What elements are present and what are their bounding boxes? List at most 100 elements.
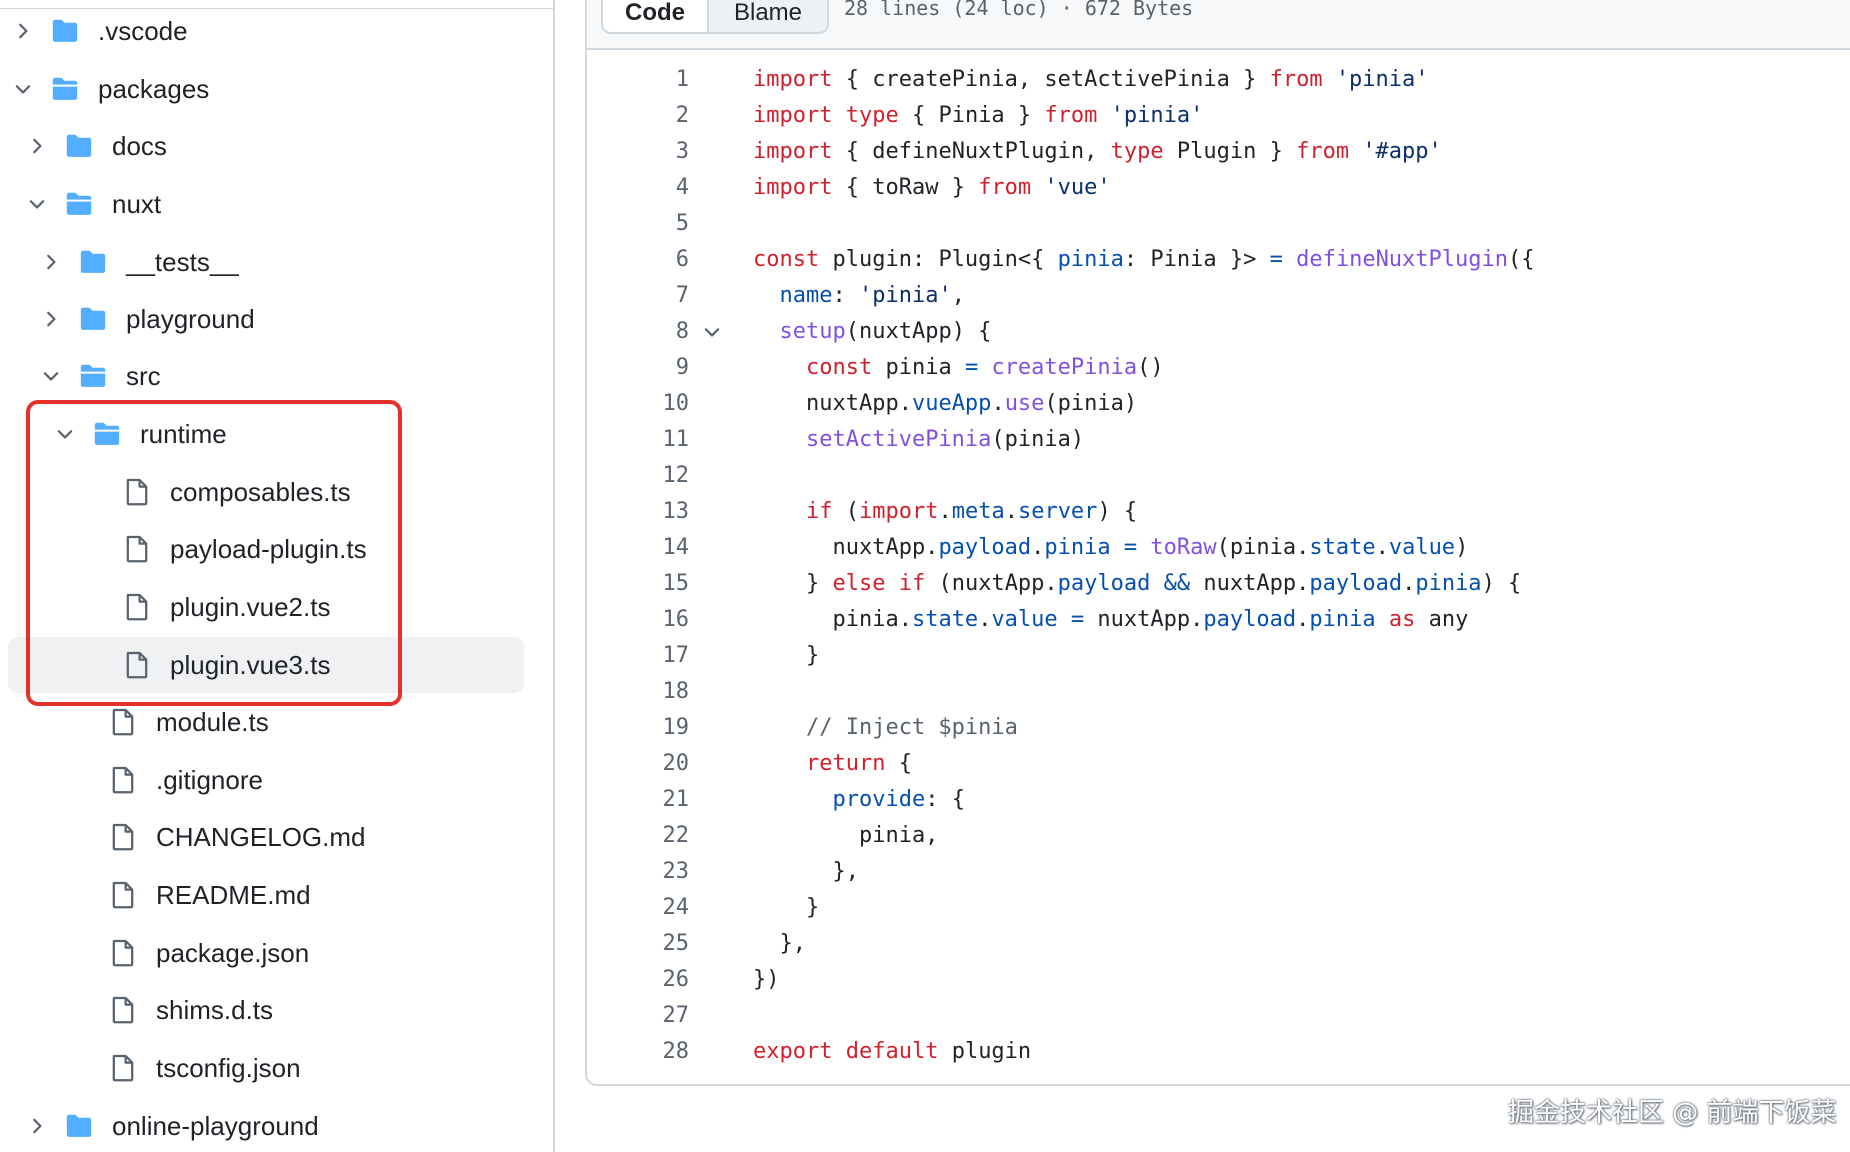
tree-item[interactable]: composables.ts xyxy=(8,464,524,520)
code-token: 'pinia' xyxy=(1110,103,1204,128)
chevron-right-icon[interactable] xyxy=(12,20,34,42)
code-token: : Pinia }> xyxy=(1123,247,1270,272)
tree-item[interactable]: shims.d.ts xyxy=(8,982,524,1038)
line-number[interactable]: 8 xyxy=(587,314,689,350)
code-token: { Pinia } xyxy=(898,103,1045,128)
tree-item[interactable]: playground xyxy=(8,291,524,347)
line-number[interactable]: 28 xyxy=(587,1034,690,1070)
code-token: server xyxy=(1017,499,1098,524)
folder-icon xyxy=(78,247,108,277)
tree-item[interactable]: payload-plugin.ts xyxy=(8,521,524,577)
code-line: 17 } xyxy=(587,638,1850,674)
chevron-right-icon[interactable] xyxy=(40,308,62,330)
line-number[interactable]: 2 xyxy=(587,98,689,134)
code-token: ({ xyxy=(1508,247,1535,272)
code-token: pinia, xyxy=(753,823,939,848)
code-token: value xyxy=(1388,535,1456,560)
line-number[interactable]: 5 xyxy=(587,206,689,242)
tree-item[interactable]: CHANGELOG.md xyxy=(8,809,524,865)
tree-item[interactable]: plugin.vue3.ts xyxy=(8,637,524,693)
code-token: (pinia) xyxy=(1044,391,1138,416)
line-number[interactable]: 11 xyxy=(587,422,690,458)
tree-item[interactable]: .gitignore xyxy=(8,752,524,808)
line-number[interactable]: 10 xyxy=(587,386,690,422)
line-number[interactable]: 22 xyxy=(587,818,690,854)
line-number[interactable]: 13 xyxy=(587,494,690,530)
tree-item-label: CHANGELOG.md xyxy=(156,821,366,852)
tree-item[interactable]: package.json xyxy=(8,925,524,981)
tree-item[interactable]: nuxt xyxy=(8,176,524,232)
chevron-down-icon[interactable] xyxy=(26,193,48,215)
tree-item-label: online-playground xyxy=(112,1110,319,1141)
line-number[interactable]: 7 xyxy=(587,278,689,314)
tree-item[interactable]: src xyxy=(8,348,524,404)
tab-code[interactable]: Code xyxy=(601,0,709,34)
tree-item[interactable]: .vscode xyxy=(8,3,524,59)
line-number[interactable]: 23 xyxy=(587,854,690,890)
line-number[interactable]: 3 xyxy=(587,134,689,170)
line-number[interactable]: 16 xyxy=(587,602,690,638)
code-token: }, xyxy=(753,931,806,956)
code-token: use xyxy=(1004,391,1045,416)
tab-blame[interactable]: Blame xyxy=(707,0,829,34)
line-number[interactable]: 15 xyxy=(587,566,690,602)
tree-item[interactable]: README.md xyxy=(8,867,524,923)
line-number[interactable]: 19 xyxy=(587,710,690,746)
tree-item[interactable]: plugin.vue2.ts xyxy=(8,579,524,635)
fold-chevron-down-icon[interactable] xyxy=(701,321,723,343)
line-number[interactable]: 20 xyxy=(587,746,690,782)
tree-item[interactable]: docs xyxy=(8,118,524,174)
code-token: = xyxy=(964,355,979,380)
chevron-down-icon[interactable] xyxy=(40,365,62,387)
line-number[interactable]: 4 xyxy=(587,170,689,206)
line-number[interactable]: 17 xyxy=(587,638,690,674)
file-meta: 28 lines (24 loc) · 672 Bytes xyxy=(844,0,1194,20)
tree-item[interactable]: runtime xyxy=(8,406,524,462)
line-number[interactable]: 24 xyxy=(587,890,690,926)
line-number[interactable]: 9 xyxy=(587,350,689,386)
code-line: 22 pinia, xyxy=(587,818,1850,854)
line-number[interactable]: 14 xyxy=(587,530,690,566)
tree-item[interactable]: tsconfig.json xyxy=(8,1040,524,1096)
code-line: 10 nuxtApp.vueApp.use(pinia) xyxy=(587,386,1850,422)
code-text: name: 'pinia', xyxy=(753,278,965,314)
code-token: export xyxy=(753,1039,833,1064)
code-token: . xyxy=(938,499,952,524)
line-number[interactable]: 18 xyxy=(587,674,690,710)
code-token: (pinia) xyxy=(991,427,1085,452)
code-token: pinia xyxy=(1309,607,1376,632)
line-number[interactable]: 26 xyxy=(587,962,690,998)
code-token: 'pinia' xyxy=(858,283,952,308)
line-number[interactable]: 6 xyxy=(587,242,689,278)
code-text: provide: { xyxy=(753,782,964,818)
code-token: as xyxy=(1388,607,1416,632)
code-line: 6 const plugin: Plugin<{ pinia: Pinia }> … xyxy=(587,242,1850,278)
chevron-right-icon[interactable] xyxy=(26,1115,48,1137)
code-token: } xyxy=(753,895,820,920)
code-token: && xyxy=(1163,571,1191,596)
code-text: setup(nuxtApp) { xyxy=(753,314,992,350)
line-number[interactable]: 21 xyxy=(587,782,690,818)
code-token: pinia xyxy=(872,355,965,380)
chevron-down-icon[interactable] xyxy=(54,423,76,445)
line-number[interactable]: 25 xyxy=(587,926,690,962)
tree-item[interactable]: packages xyxy=(8,61,524,117)
line-number[interactable]: 27 xyxy=(587,998,690,1034)
line-number[interactable]: 12 xyxy=(587,458,690,494)
line-number[interactable]: 1 xyxy=(587,62,689,98)
code-line: 4 import { toRaw } from 'vue' xyxy=(587,170,1850,206)
chevron-down-icon[interactable] xyxy=(12,78,34,100)
tree-item[interactable]: online-playground xyxy=(8,1098,524,1152)
chevron-right-icon[interactable] xyxy=(26,135,48,157)
code-text: const pinia = createPinia() xyxy=(753,350,1164,386)
code-token: pinia xyxy=(1415,571,1482,596)
chevron-right-icon[interactable] xyxy=(40,251,62,273)
code-token: default xyxy=(845,1039,939,1064)
tree-item[interactable]: __tests__ xyxy=(8,234,524,290)
tree-item[interactable]: module.ts xyxy=(8,694,524,750)
